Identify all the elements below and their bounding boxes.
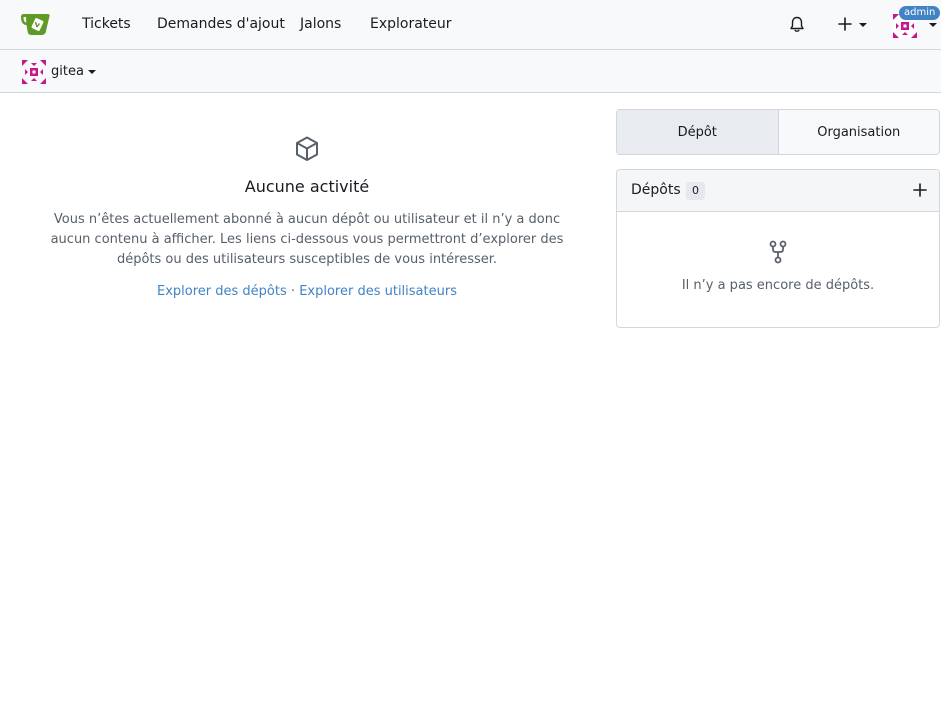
dashboard-context-bar: gitea xyxy=(0,50,941,93)
admin-badge: admin xyxy=(899,6,941,20)
link-separator: · xyxy=(290,284,296,299)
explore-users-link[interactable]: Explorer des utilisateurs xyxy=(299,284,457,299)
empty-feed-title: Aucune activité xyxy=(244,177,370,196)
nav-item-tickets[interactable]: Tickets xyxy=(82,16,131,32)
plus-icon xyxy=(838,17,852,31)
repo-list-header: Dépôts 0 xyxy=(617,170,939,212)
create-menu-button[interactable] xyxy=(836,14,868,36)
nav-item-milestones[interactable]: Jalons xyxy=(300,16,341,32)
chevron-down-icon xyxy=(88,70,96,74)
repo-empty-state: Il n’y a pas encore de dépôts. xyxy=(617,240,939,293)
chevron-down-icon xyxy=(929,23,937,27)
top-navbar: Tickets Demandes d'ajout Jalons Explorat… xyxy=(0,0,941,50)
chevron-down-icon xyxy=(859,23,867,27)
dashboard-tabs: Dépôt Organisation xyxy=(616,109,940,155)
explore-repos-link[interactable]: Explorer des dépôts xyxy=(157,284,287,299)
package-icon xyxy=(296,136,318,161)
tab-repository[interactable]: Dépôt xyxy=(617,110,779,154)
empty-feed-description: Vous n’êtes actuellement abonné à aucun … xyxy=(50,212,564,267)
bell-icon[interactable] xyxy=(789,16,805,33)
repo-forked-icon xyxy=(769,240,787,264)
tab-organization[interactable]: Organisation xyxy=(778,110,939,154)
plus-icon[interactable] xyxy=(913,183,927,197)
nav-item-explore[interactable]: Explorateur xyxy=(370,16,452,32)
context-label: gitea xyxy=(51,64,84,79)
user-avatar-icon xyxy=(22,60,46,84)
repo-list-panel: Dépôts 0 Il n’y a pas encore de dépôts. xyxy=(616,169,940,328)
nav-item-pull-requests[interactable]: Demandes d'ajout xyxy=(157,16,285,32)
empty-activity-feed: Aucune activité Vous n’êtes actuellement… xyxy=(40,135,574,299)
repo-empty-text: Il n’y a pas encore de dépôts. xyxy=(681,278,875,293)
repo-list-title: Dépôts xyxy=(631,182,681,198)
gitea-logo-icon[interactable] xyxy=(19,11,53,38)
repo-count-badge: 0 xyxy=(686,182,705,200)
explore-links: Explorer des dépôts · Explorer des utili… xyxy=(40,284,574,299)
